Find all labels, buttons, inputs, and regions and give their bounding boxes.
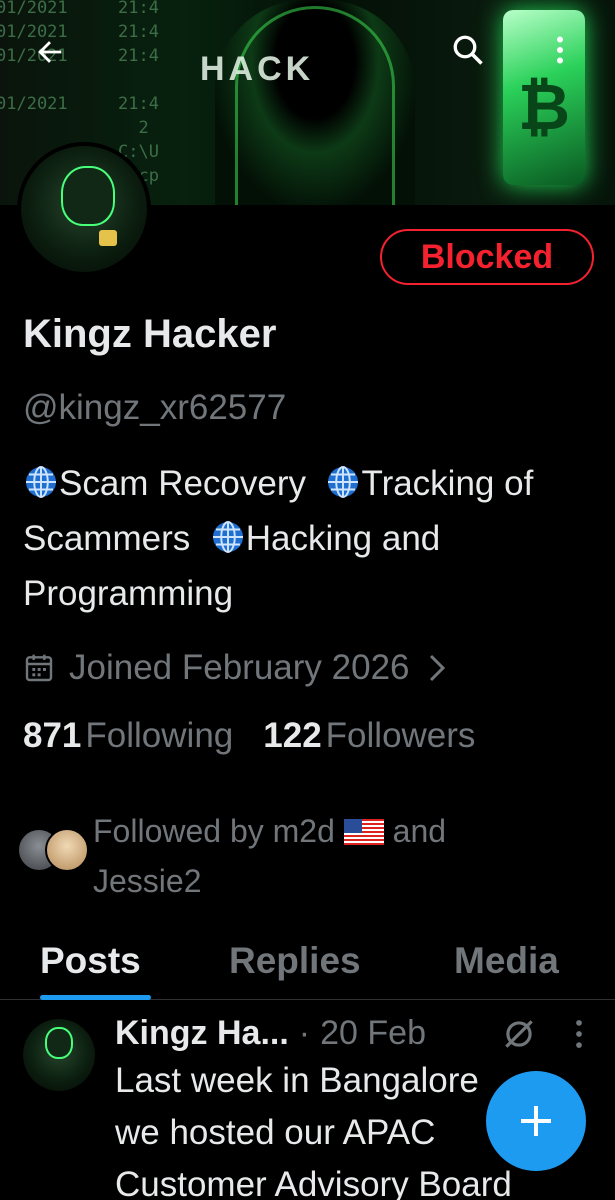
following-count: 871 [23, 716, 82, 755]
follow-stats: 871 Following 122 Followers [23, 716, 505, 756]
globe-icon [26, 466, 56, 498]
search-icon [453, 35, 483, 65]
avatar [45, 828, 89, 872]
active-tab-indicator [40, 995, 151, 1000]
following-link[interactable]: 871 Following [23, 716, 233, 756]
lock-icon [99, 230, 117, 246]
us-flag-icon [343, 819, 384, 845]
followed-by-prefix: Followed by m2d [93, 813, 335, 849]
search-button[interactable] [446, 28, 490, 72]
compose-button[interactable] [486, 1071, 586, 1171]
joined-label: Joined February 2026 [69, 648, 410, 687]
more-vertical-icon [557, 36, 563, 64]
banner-word: HACK [200, 50, 315, 88]
grok-icon[interactable] [500, 1015, 538, 1053]
follower-avatars [17, 828, 91, 876]
globe-icon [212, 521, 243, 553]
calendar-icon [25, 654, 53, 682]
bio-part-1: Scam Recovery [59, 464, 307, 503]
arrow-left-icon [38, 41, 62, 63]
post-header: Kingz Ha... · 20 Feb [115, 1011, 426, 1055]
post-author[interactable]: Kingz Ha... [115, 1014, 289, 1053]
tab-replies[interactable]: Replies [229, 940, 361, 982]
plus-icon [521, 1106, 551, 1136]
tab-posts[interactable]: Posts [40, 940, 141, 982]
followers-count: 122 [263, 716, 322, 755]
post-date: 20 Feb [320, 1013, 426, 1052]
globe-icon [328, 466, 359, 498]
back-button[interactable] [28, 30, 72, 74]
joined-date-row[interactable]: Joined February 2026 [23, 643, 448, 693]
avatar-hacker-face [45, 1027, 73, 1059]
post-avatar[interactable] [23, 1019, 95, 1091]
more-options-button[interactable] [538, 28, 582, 72]
followers-link[interactable]: 122 Followers [263, 716, 475, 756]
hood-glow [235, 6, 395, 205]
profile-name: Kingz Hacker [23, 312, 277, 356]
bitcoin-icon: ₿ [517, 71, 571, 143]
profile-avatar[interactable] [17, 142, 151, 276]
followed-by-text: Followed by m2d and Jessie2 [93, 806, 553, 906]
separator-dot: · [298, 1013, 311, 1052]
followed-by-row[interactable]: Followed by m2d and Jessie2 [17, 806, 553, 906]
blocked-button[interactable]: Blocked [380, 229, 594, 285]
following-label: Following [85, 716, 234, 755]
tab-media[interactable]: Media [454, 940, 559, 982]
avatar-hacker-face [61, 166, 115, 226]
chevron-right-icon [429, 654, 445, 682]
profile-tabs: Posts Replies Media [0, 930, 615, 1000]
followers-label: Followers [325, 716, 476, 755]
post-more-icon[interactable] [565, 1015, 593, 1053]
profile-bio: Scam Recovery Tracking of Scammers Hacki… [23, 456, 603, 621]
profile-handle: @kingz_xr62577 [23, 388, 287, 427]
